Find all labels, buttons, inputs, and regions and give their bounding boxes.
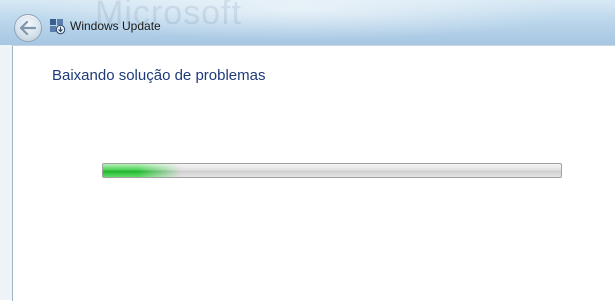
page-heading: Baixando solução de problemas <box>52 67 266 84</box>
progress-fill <box>103 164 181 177</box>
windows-update-icon <box>50 19 66 35</box>
window-title: Windows Update <box>70 19 161 33</box>
background-window-edge <box>0 45 12 300</box>
download-progress-bar <box>102 163 562 178</box>
back-button[interactable] <box>14 14 42 42</box>
title-bar: Microsoft Windows Update <box>0 0 615 45</box>
back-arrow-icon <box>20 21 36 35</box>
content-area: Baixando solução de problemas <box>12 45 615 301</box>
